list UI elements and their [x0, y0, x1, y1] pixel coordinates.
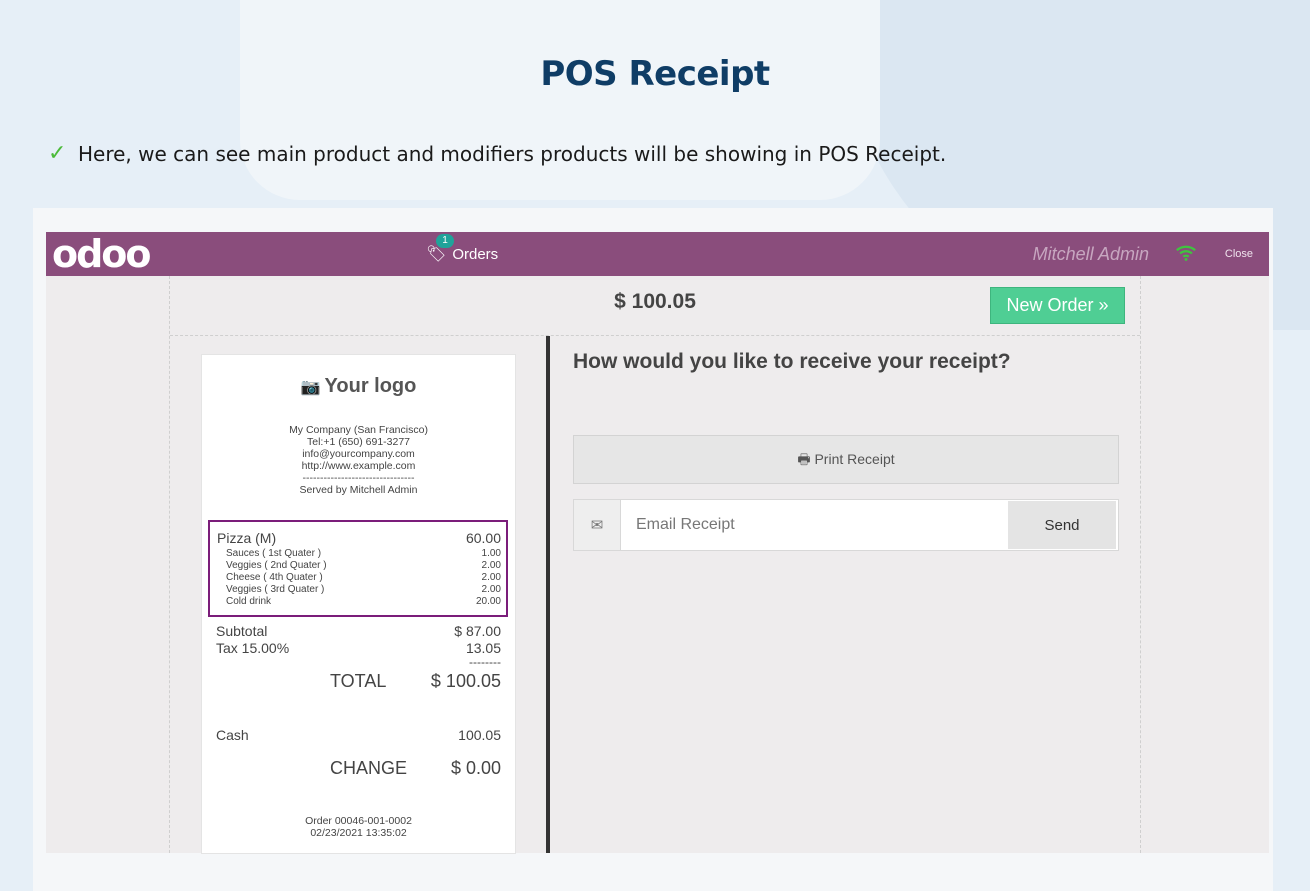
background-shape	[240, 0, 880, 200]
modifier-name: Cold drink	[226, 596, 272, 607]
modifier-price: 2.00	[481, 560, 501, 571]
receipt-preview: 📷 Your logo My Company (San Francisco) Te…	[201, 354, 516, 854]
check-icon: ✓	[48, 141, 67, 166]
company-website: http://www.example.com	[301, 460, 416, 472]
modifier-price: 20.00	[475, 596, 501, 607]
modifier-line: Veggies ( 3rd Quater ) 2.00	[226, 584, 501, 596]
send-button[interactable]: Send	[1008, 501, 1116, 549]
print-receipt-label: Print Receipt	[814, 451, 895, 467]
email-input[interactable]	[621, 500, 1008, 550]
modifier-name: Sauces ( 1st Quater )	[226, 548, 322, 559]
subtotal-value: $ 87.00	[454, 623, 501, 639]
total-row: TOTAL $ 100.05	[330, 671, 501, 692]
tax-row: Tax 15.00% 13.05	[216, 640, 501, 656]
slide-title: POS Receipt	[540, 54, 770, 94]
company-info: My Company (San Francisco) Tel:+1 (650) …	[202, 424, 515, 496]
order-date: 02/23/2021 13:35:02	[310, 827, 407, 839]
subtotal-label: Subtotal	[216, 623, 268, 639]
cash-value: 100.05	[458, 727, 501, 743]
receipt-screen: $ 100.05 New Order » 📷 Your logo My Compa…	[169, 276, 1141, 854]
modifier-line: Veggies ( 2nd Quater ) 2.00	[226, 560, 501, 572]
tax-value: 13.05	[465, 640, 501, 656]
odoo-logo: odoo	[52, 232, 152, 276]
orders-button[interactable]: 🏷 1 Orders	[426, 232, 498, 276]
company-name: My Company (San Francisco)	[289, 424, 428, 436]
company-phone: Tel:+1 (650) 691-3277	[306, 436, 411, 448]
wifi-icon	[1176, 245, 1196, 261]
modifier-name: Veggies ( 3rd Quater )	[226, 584, 325, 595]
orders-badge: 1	[436, 234, 454, 248]
orders-label: Orders	[452, 245, 499, 263]
logo-text: Your logo	[324, 375, 417, 397]
order-reference: Order 00046-001-0002	[305, 815, 412, 827]
change-row: CHANGE $ 0.00	[330, 758, 501, 779]
change-label: CHANGE	[330, 758, 408, 778]
cash-row: Cash 100.05	[216, 727, 501, 743]
separator-line: --------------------------------	[302, 472, 415, 484]
user-name: Mitchell Admin	[1032, 244, 1149, 264]
modifier-line: Sauces ( 1st Quater ) 1.00	[226, 548, 501, 560]
subtotal-row: Subtotal $ 87.00	[216, 623, 501, 639]
modifier-price: 1.00	[481, 548, 501, 559]
print-icon: 🖶	[797, 451, 811, 467]
total-label: TOTAL	[330, 671, 387, 691]
modifier-name: Veggies ( 2nd Quater )	[226, 560, 327, 571]
modifier-line: Cheese ( 4th Quater ) 2.00	[226, 572, 501, 584]
ticket-icon: 🏷 1	[426, 234, 454, 264]
close-button[interactable]: Close	[1225, 232, 1253, 276]
modifier-price: 2.00	[481, 584, 501, 595]
tax-label: Tax 15.00%	[216, 640, 290, 656]
served-by: Served by Mitchell Admin	[299, 484, 418, 496]
separator-text: --------	[469, 655, 501, 669]
product-price: 60.00	[465, 530, 501, 546]
print-receipt-button[interactable]: 🖶 Print Receipt	[573, 435, 1119, 484]
product-name: Pizza (M)	[217, 530, 277, 546]
camera-icon: 📷	[300, 379, 321, 396]
modifier-line: Cold drink 20.00	[226, 596, 501, 608]
panel-divider	[546, 336, 550, 853]
receipt-logo: 📷 Your logo	[202, 375, 515, 398]
bullet-text: Here, we can see main product and modifi…	[78, 141, 947, 166]
receipt-footer: Order 00046-001-0002 02/23/2021 13:35:02	[202, 815, 515, 839]
pos-navbar: odoo 🏷 1 Orders Mitchell Admin Close	[46, 232, 1269, 276]
change-value: $ 0.00	[450, 758, 501, 778]
main-product-line: Pizza (M) 60.00	[217, 530, 501, 546]
total-separator: --------	[216, 655, 501, 669]
envelope-icon: ✉	[574, 500, 621, 550]
modifier-name: Cheese ( 4th Quater )	[226, 572, 323, 583]
email-receipt-group: ✉ Send	[573, 499, 1119, 551]
cash-label: Cash	[216, 727, 249, 743]
total-value: $ 100.05	[430, 671, 501, 691]
receive-question: How would you like to receive your recei…	[573, 350, 1011, 373]
bullet-point: ✓ Here, we can see main product and modi…	[48, 141, 946, 166]
top-bar: $ 100.05 New Order »	[170, 276, 1140, 336]
company-email: info@yourcompany.com	[302, 448, 415, 460]
order-lines-highlight: Pizza (M) 60.00 Sauces ( 1st Quater ) 1.…	[208, 520, 508, 617]
modifier-price: 2.00	[481, 572, 501, 583]
new-order-button[interactable]: New Order »	[990, 287, 1125, 324]
